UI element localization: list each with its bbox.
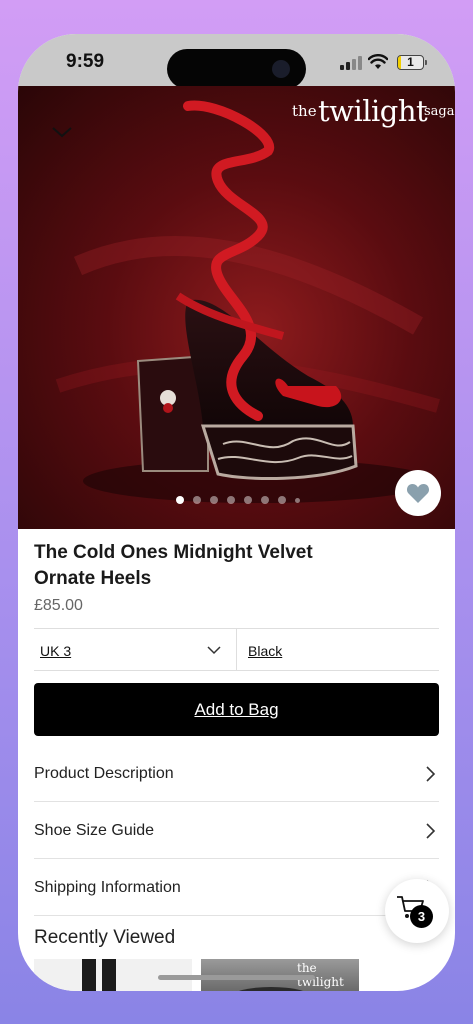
wishlist-button[interactable] <box>395 470 441 516</box>
battery-level: 1 <box>407 55 414 69</box>
accordion-shoe-size-guide[interactable]: Shoe Size Guide <box>34 803 439 859</box>
battery-icon: 1 <box>397 55 424 70</box>
signal-icon <box>340 56 362 70</box>
product-price: £85.00 <box>34 597 83 614</box>
pagination-dot[interactable] <box>244 496 252 504</box>
accordion-product-description[interactable]: Product Description <box>34 746 439 802</box>
gallery-pagination <box>176 495 300 505</box>
heart-icon <box>406 484 430 503</box>
cart-count-badge: 3 <box>410 905 433 928</box>
cart-button[interactable]: 3 <box>385 879 449 943</box>
home-indicator[interactable] <box>158 975 315 980</box>
chevron-down-icon <box>207 646 221 655</box>
color-select[interactable]: Black <box>238 629 439 670</box>
product-title: The Cold Ones Midnight Velvet Ornate Hee… <box>34 542 313 589</box>
pagination-dot[interactable] <box>176 496 184 504</box>
pagination-dot[interactable] <box>261 496 269 504</box>
status-bar: 9:59 1 <box>18 34 455 89</box>
dynamic-island <box>167 49 306 89</box>
accordion-label: Shoe Size Guide <box>34 822 155 839</box>
color-value: Black <box>248 643 283 659</box>
accordion-shipping-information[interactable]: Shipping Information <box>34 860 439 916</box>
pagination-dot[interactable] <box>210 496 218 504</box>
status-time: 9:59 <box>66 51 105 72</box>
twilight-saga-logo: the twilight saga <box>292 94 455 128</box>
accordion-label: Shipping Information <box>34 879 181 896</box>
pagination-dot[interactable] <box>193 496 201 504</box>
size-value: UK 3 <box>40 643 72 659</box>
wifi-icon <box>368 54 388 69</box>
phone-screen: 9:59 1 the twilight saga The Cold Ones M… <box>18 34 455 991</box>
shoe-image <box>55 100 440 503</box>
chevron-right-icon <box>426 766 436 782</box>
option-selectors: UK 3 Black <box>34 628 439 671</box>
size-select[interactable]: UK 3 <box>34 629 237 670</box>
add-to-bag-button[interactable]: Add to Bag <box>34 683 439 736</box>
recently-viewed-heading: Recently Viewed <box>34 927 176 948</box>
collapse-chevron-button[interactable] <box>50 120 74 144</box>
pagination-dot[interactable] <box>295 497 300 503</box>
pagination-dot[interactable] <box>227 496 235 504</box>
chevron-right-icon <box>426 823 436 839</box>
product-image-gallery[interactable]: the twilight saga <box>18 86 455 529</box>
pagination-dot[interactable] <box>278 496 286 504</box>
accordion-label: Product Description <box>34 765 174 782</box>
